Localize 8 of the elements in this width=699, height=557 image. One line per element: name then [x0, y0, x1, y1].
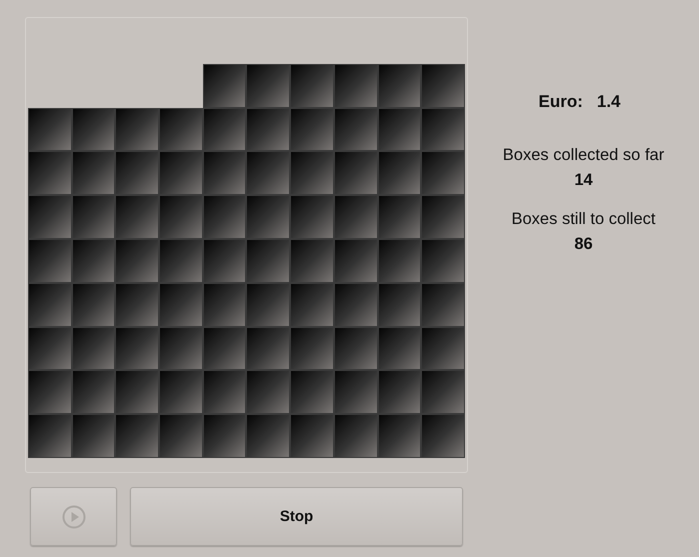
play-icon — [62, 504, 86, 528]
remaining-label: Boxes still to collect — [512, 210, 656, 229]
remaining-count: 86 — [574, 235, 593, 254]
collected-label: Boxes collected so far — [502, 146, 664, 165]
stop-button[interactable]: Stop — [130, 487, 463, 546]
euro-label: Euro: — [538, 92, 583, 112]
euro-value: 1.4 — [596, 92, 621, 112]
collected-count: 14 — [574, 171, 593, 190]
